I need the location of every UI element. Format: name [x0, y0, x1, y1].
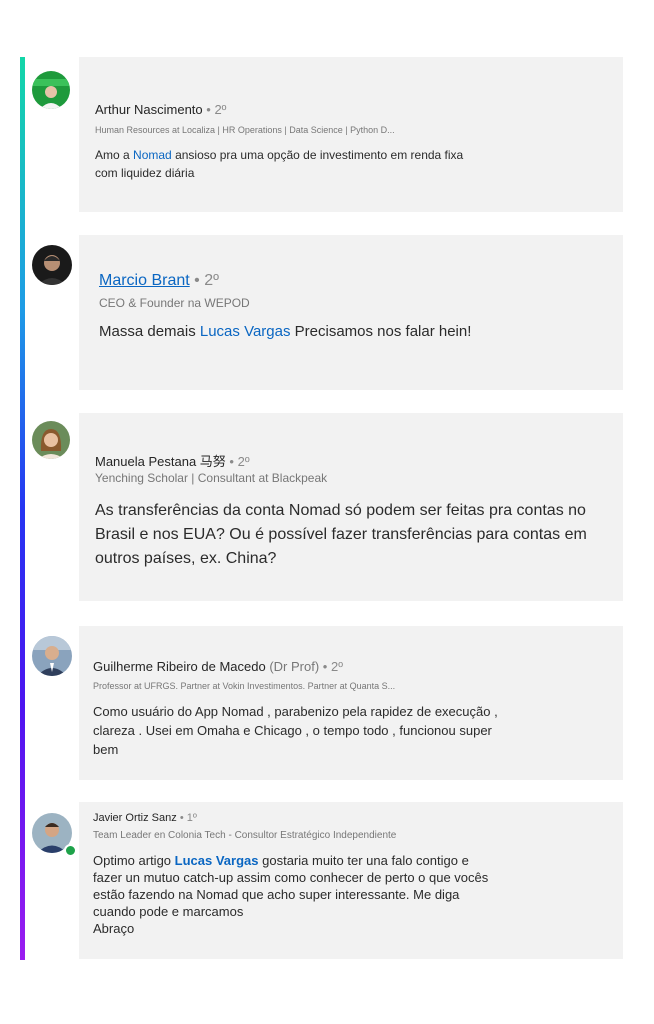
avatar-manuela-icon[interactable]	[32, 421, 70, 459]
author-headline: CEO & Founder na WEPOD	[99, 296, 250, 310]
mention-link[interactable]: Nomad	[133, 148, 172, 162]
connection-degree: • 2º	[322, 659, 343, 674]
author-name[interactable]: Marcio Brant	[99, 272, 190, 289]
comment-card: Manuela Pestana 马努 • 2º Yenching Scholar…	[79, 413, 623, 601]
author-line: Guilherme Ribeiro de Macedo (Dr Prof) • …	[93, 659, 343, 674]
avatar-marcio-icon[interactable]	[32, 245, 72, 285]
mention-link[interactable]: Lucas Vargas	[175, 853, 259, 868]
author-headline: Team Leader en Colonia Tech - Consultor …	[93, 830, 397, 841]
comment-card: Marcio Brant • 2º CEO & Founder na WEPOD…	[79, 235, 623, 390]
author-headline: Yenching Scholar | Consultant at Blackpe…	[95, 471, 328, 485]
author-line: Arthur Nascimento • 2º	[95, 102, 226, 117]
mention-link[interactable]: Lucas Vargas	[200, 323, 291, 340]
author-headline: Professor at UFRGS. Partner at Vokin Inv…	[93, 681, 396, 691]
connection-degree: • 2º	[229, 454, 250, 469]
author-name[interactable]: Arthur Nascimento	[95, 102, 203, 117]
comment-body: Amo a Nomad ansioso pra uma opção de inv…	[95, 148, 464, 180]
comment-body: Como usuário do App Nomad , parabenizo p…	[93, 704, 498, 757]
comment-body: Optimo artigo Lucas Vargas gostaria muit…	[93, 853, 489, 936]
author-line: Marcio Brant • 2º	[99, 272, 219, 290]
connection-degree: • 1º	[179, 812, 197, 824]
avatar-guilherme-icon[interactable]	[32, 636, 72, 676]
comment-card: Guilherme Ribeiro de Macedo (Dr Prof) • …	[79, 626, 623, 780]
connection-degree: • 2º	[194, 272, 219, 289]
author-name[interactable]: Guilherme Ribeiro de Macedo	[93, 659, 266, 674]
avatar-arthur-icon[interactable]	[32, 71, 70, 109]
gradient-accent-bar	[20, 57, 25, 960]
comment-card: Arthur Nascimento • 2º Human Resources a…	[79, 57, 623, 212]
author-line: Javier Ortiz Sanz • 1º	[93, 812, 197, 824]
author-line: Manuela Pestana 马努 • 2º	[95, 451, 250, 470]
author-headline: Human Resources at Localiza | HR Operati…	[95, 125, 395, 135]
comment-body: As transferências da conta Nomad só pode…	[95, 502, 587, 567]
comment-body: Massa demais Lucas Vargas Precisamos nos…	[99, 323, 472, 340]
author-name[interactable]: Manuela Pestana 马努	[95, 454, 226, 469]
connection-degree: • 2º	[206, 102, 227, 117]
comment-card: Javier Ortiz Sanz • 1º Team Leader en Co…	[79, 802, 623, 959]
author-suffix: (Dr Prof)	[269, 659, 320, 674]
author-name[interactable]: Javier Ortiz Sanz	[93, 812, 177, 824]
online-status-icon	[64, 844, 77, 857]
